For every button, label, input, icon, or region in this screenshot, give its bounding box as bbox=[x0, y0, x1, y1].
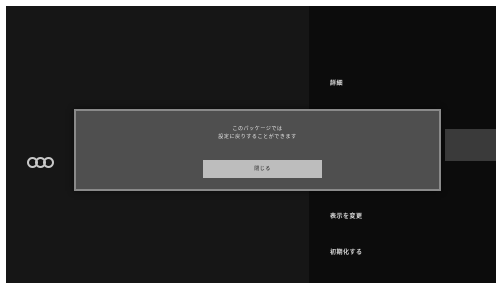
menu-item-detail[interactable]: 詳細 bbox=[330, 78, 343, 87]
dialog-message-line-2: 設定に戻りすることができます bbox=[218, 134, 297, 140]
dialog-message-line-1: このパッケージでは bbox=[232, 126, 283, 132]
menu-highlight bbox=[445, 129, 496, 161]
circle-icons bbox=[27, 155, 54, 169]
circle-icon bbox=[43, 156, 54, 168]
message-dialog: このパッケージでは 設定に戻りすることができます 閉じる bbox=[74, 109, 441, 191]
menu-item-change-display[interactable]: 表示を変更 bbox=[330, 211, 363, 220]
tv-screen: 詳細 表示を変更 初期化する このパッケージでは 設定に戻りすることができます … bbox=[6, 6, 496, 283]
dialog-message: このパッケージでは 設定に戻りすることができます bbox=[76, 125, 439, 141]
close-button[interactable]: 閉じる bbox=[203, 160, 322, 178]
menu-item-initialize[interactable]: 初期化する bbox=[330, 247, 363, 256]
